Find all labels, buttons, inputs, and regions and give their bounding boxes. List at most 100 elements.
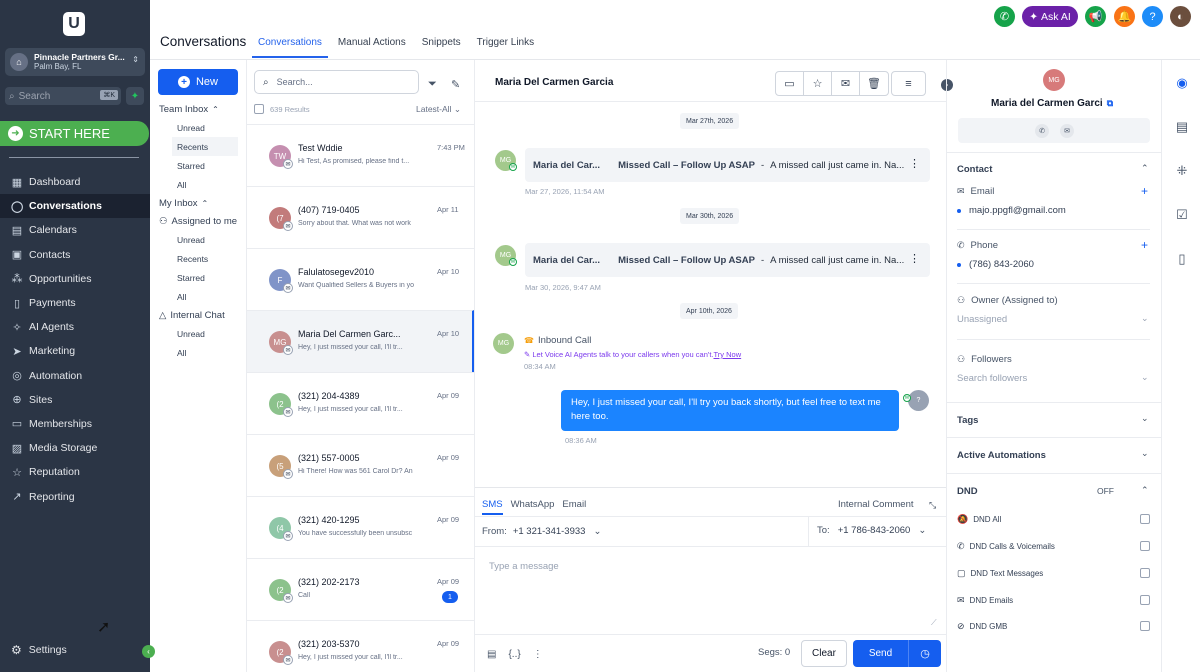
assigned-starred[interactable]: Starred bbox=[152, 268, 246, 287]
message-input[interactable]: Type a message bbox=[489, 561, 559, 572]
account-switcher[interactable]: ⌂ Pinnacle Partners Gr... Palm Bay, FL ⇕ bbox=[5, 48, 145, 76]
chevron-up-icon[interactable]: ⌃ bbox=[1141, 163, 1149, 174]
sidebar-item-automation[interactable]: ◎ Automation bbox=[0, 364, 150, 388]
chevron-right-icon[interactable]: › bbox=[941, 79, 953, 91]
assigned-all[interactable]: All bbox=[152, 287, 246, 306]
tab-conversations[interactable]: Conversations bbox=[252, 30, 328, 58]
add-phone-button[interactable]: + bbox=[1141, 238, 1148, 252]
tab-snippets[interactable]: Snippets bbox=[416, 30, 467, 58]
sidebar-item-contacts[interactable]: ▣ Contacts bbox=[0, 243, 150, 267]
more-options-icon[interactable]: ⋮ bbox=[909, 157, 920, 170]
tab-trigger-links[interactable]: Trigger Links bbox=[471, 30, 540, 58]
phone-button[interactable]: ✆ bbox=[994, 6, 1015, 27]
mail-icon[interactable]: ✉ bbox=[1060, 124, 1074, 138]
help-button[interactable]: ? bbox=[1142, 6, 1163, 27]
announcements-button[interactable]: 📢 bbox=[1085, 6, 1106, 27]
my-inbox-toggle[interactable]: My Inbox ⌃ bbox=[152, 194, 246, 212]
template-icon[interactable]: ▤ bbox=[487, 649, 496, 660]
notifications-button[interactable]: 🔔 bbox=[1114, 6, 1135, 27]
external-link-icon[interactable]: ⧉ bbox=[1107, 98, 1113, 108]
sidebar-item-opportunities[interactable]: ⁂ Opportunities bbox=[0, 267, 150, 291]
conversation-row[interactable]: (4 ✉ (321) 420-1295 You have successfully b… bbox=[247, 496, 474, 558]
collapse-sidebar-button[interactable]: ‹ bbox=[142, 645, 155, 658]
dnd-section[interactable]: DND bbox=[957, 486, 978, 497]
internal-all[interactable]: All bbox=[152, 343, 246, 362]
clear-button[interactable]: Clear bbox=[801, 640, 847, 667]
phone-value[interactable]: (786) 843-2060 bbox=[957, 259, 1034, 270]
star-icon[interactable]: ☆ bbox=[804, 72, 832, 95]
sidebar-item-ai-agents[interactable]: ✧ AI Agents bbox=[0, 315, 150, 339]
compose-icon[interactable]: ✎ bbox=[451, 78, 460, 91]
add-email-button[interactable]: + bbox=[1141, 184, 1148, 198]
apps-icon[interactable]: ⁜ bbox=[1173, 162, 1191, 180]
dnd-text-checkbox[interactable] bbox=[1140, 568, 1150, 578]
assigned-recents[interactable]: Recents bbox=[152, 249, 246, 268]
custom-values-icon[interactable]: {..} bbox=[508, 649, 520, 660]
sidebar-item-conversations[interactable]: ◯ Conversations bbox=[0, 194, 150, 219]
missed-call-message[interactable]: Maria del Car... Missed Call – Follow Up… bbox=[525, 243, 930, 277]
resize-handle-icon[interactable]: ⟋ bbox=[931, 618, 937, 628]
send-button[interactable]: Send ◷ bbox=[853, 640, 941, 667]
chat-filter-icon[interactable]: ≡ bbox=[891, 71, 926, 96]
internal-comment-tab[interactable]: Internal Comment bbox=[838, 499, 914, 510]
conversation-row[interactable]: (2 ✉ (321) 202-2173 Call Apr 09 1 bbox=[247, 558, 474, 620]
trash-icon[interactable]: 🗑 bbox=[860, 72, 888, 95]
to-field[interactable]: To: +1 786-843-2060 ⌄ bbox=[808, 517, 946, 546]
user-avatar[interactable]: ◐ bbox=[1170, 6, 1191, 27]
sidebar-item-sites[interactable]: ⊕ Sites bbox=[0, 388, 150, 412]
conversation-row[interactable]: F ✉ Falulatosegev2010 Want Qualified Seller… bbox=[247, 248, 474, 310]
assigned-to-me[interactable]: ⚇ Assigned to me bbox=[152, 212, 246, 230]
owner-select[interactable]: Unassigned bbox=[957, 314, 1007, 325]
new-conversation-button[interactable]: + New bbox=[158, 69, 238, 95]
sidebar-item-memberships[interactable]: ▭ Memberships bbox=[0, 412, 150, 436]
conversation-row[interactable]: (2 ✉ (321) 203-5370 Hey, I just missed your… bbox=[247, 620, 474, 672]
team-all[interactable]: All bbox=[152, 175, 246, 194]
contact-profile-icon[interactable]: ◉ bbox=[1173, 74, 1191, 92]
dnd-all-checkbox[interactable] bbox=[1140, 514, 1150, 524]
mail-icon[interactable]: ✉ bbox=[832, 72, 860, 95]
conversation-row[interactable]: (5 ✉ (321) 557-0005 Hi There! How was 561 C… bbox=[247, 434, 474, 496]
active-automations-section[interactable]: Active Automations bbox=[957, 450, 1046, 461]
tags-section[interactable]: Tags bbox=[957, 415, 978, 426]
team-starred[interactable]: Starred bbox=[152, 156, 246, 175]
sidebar-item-settings[interactable]: ⚙ Settings bbox=[11, 643, 67, 657]
sparkle-icon[interactable]: ✦ bbox=[126, 87, 144, 105]
from-field[interactable]: From: +1 321-341-3933 ⌄ bbox=[482, 526, 601, 537]
document-icon[interactable]: ▯ bbox=[1173, 250, 1191, 268]
conversation-search-input[interactable]: ⌕ Search... bbox=[254, 70, 419, 94]
sidebar-item-media-storage[interactable]: ▨ Media Storage bbox=[0, 436, 150, 460]
more-options-icon[interactable]: ⋮ bbox=[909, 252, 920, 265]
sidebar-item-reputation[interactable]: ☆ Reputation bbox=[0, 460, 150, 484]
calendar-icon[interactable]: ▤ bbox=[1173, 118, 1191, 136]
task-checkbox-icon[interactable]: ☑ bbox=[1173, 206, 1191, 224]
start-here-button[interactable]: ➜ START HERE bbox=[0, 121, 149, 146]
missed-call-message[interactable]: Maria del Car... Missed Call – Follow Up… bbox=[525, 148, 930, 182]
sidebar-item-dashboard[interactable]: ▦ Dashboard bbox=[0, 170, 150, 194]
sidebar-item-marketing[interactable]: ➤ Marketing bbox=[0, 339, 150, 363]
assigned-unread[interactable]: Unread bbox=[152, 230, 246, 249]
chevron-down-icon[interactable]: ⌄ bbox=[1141, 448, 1149, 459]
ask-ai-button[interactable]: ✦ Ask AI bbox=[1022, 6, 1078, 27]
tab-whatsapp[interactable]: WhatsApp bbox=[511, 499, 555, 515]
tab-sms[interactable]: SMS bbox=[482, 499, 503, 515]
filter-icon[interactable]: ⏷ bbox=[428, 78, 437, 91]
conversation-row[interactable]: (7 ✉ (407) 719-0405 Sorry about that. What … bbox=[247, 186, 474, 248]
sidebar-item-reporting[interactable]: ↗ Reporting bbox=[0, 484, 150, 508]
internal-unread[interactable]: Unread bbox=[152, 324, 246, 343]
sidebar-item-payments[interactable]: ▯ Payments bbox=[0, 291, 150, 315]
sort-dropdown[interactable]: Latest-All ⌄ bbox=[416, 104, 461, 115]
chevron-up-icon[interactable]: ⌃ bbox=[1141, 485, 1149, 496]
tab-manual-actions[interactable]: Manual Actions bbox=[332, 30, 412, 58]
team-recents[interactable]: Recents bbox=[172, 137, 238, 156]
sidebar-item-calendars[interactable]: ▤ Calendars bbox=[0, 218, 150, 242]
folder-icon[interactable]: ▭ bbox=[776, 72, 804, 95]
dnd-emails-checkbox[interactable] bbox=[1140, 595, 1150, 605]
followers-select[interactable]: Search followers bbox=[957, 373, 1027, 384]
internal-chat[interactable]: △ Internal Chat bbox=[152, 306, 246, 324]
expand-icon[interactable]: ⤡ bbox=[929, 500, 936, 511]
dnd-calls-checkbox[interactable] bbox=[1140, 541, 1150, 551]
more-options-icon[interactable]: ⋮ bbox=[533, 649, 543, 660]
try-now-link[interactable]: Try Now bbox=[714, 350, 742, 359]
schedule-icon[interactable]: ◷ bbox=[908, 640, 941, 667]
team-unread[interactable]: Unread bbox=[152, 118, 246, 137]
